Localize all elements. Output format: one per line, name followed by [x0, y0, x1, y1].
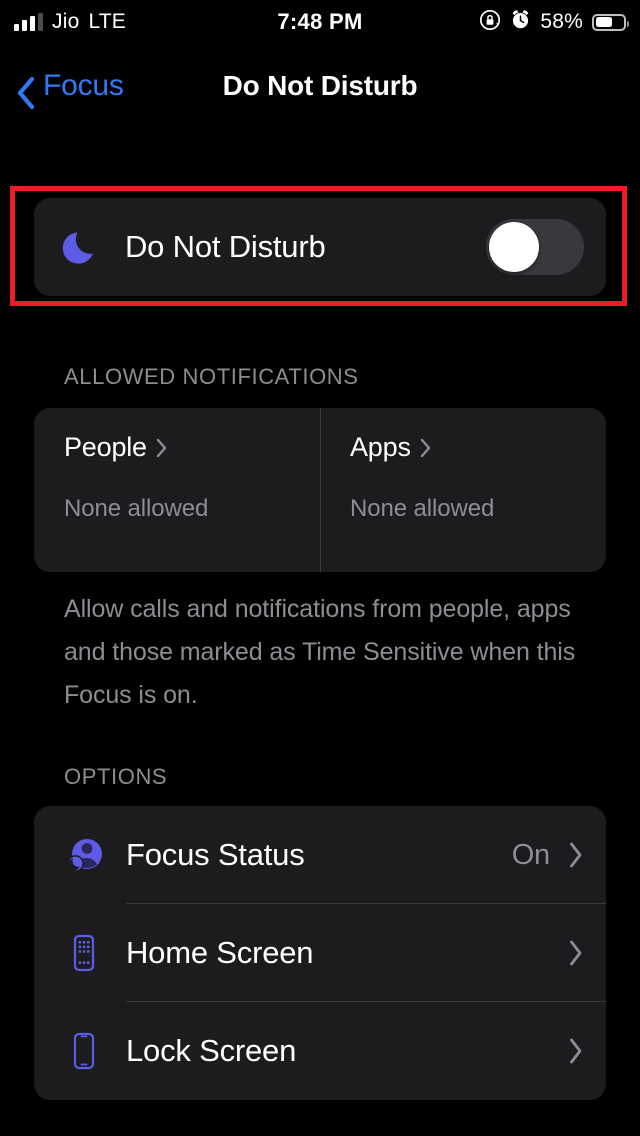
allowed-apps-title: Apps [350, 432, 411, 462]
chevron-right-icon [568, 1037, 584, 1065]
alarm-clock-icon [510, 9, 531, 35]
option-row-home-screen[interactable]: Home Screen [34, 904, 606, 1002]
chevron-right-icon [155, 438, 168, 458]
do-not-disturb-label: Do Not Disturb [125, 229, 326, 264]
options-card: Focus Status On Home Screen Lock Screen [34, 806, 606, 1100]
chevron-right-icon [568, 939, 584, 967]
status-bar: Jio LTE 7:48 PM 58% [0, 0, 640, 44]
moon-icon [62, 227, 102, 267]
home-screen-icon [62, 931, 106, 975]
option-label-lock-screen: Lock Screen [126, 1033, 297, 1068]
option-label-home-screen: Home Screen [126, 935, 314, 970]
allowed-apps-title-row: Apps [350, 432, 606, 463]
allowed-apps-cell[interactable]: Apps None allowed [320, 408, 606, 572]
page-title: Do Not Disturb [222, 70, 418, 101]
option-value-focus-status: On [511, 838, 550, 871]
battery-percentage: 58% [540, 10, 583, 33]
option-row-focus-status[interactable]: Focus Status On [34, 806, 606, 904]
do-not-disturb-card: Do Not Disturb [34, 198, 606, 296]
option-row-lock-screen[interactable]: Lock Screen [34, 1002, 606, 1100]
status-bar-right: 58% [479, 9, 629, 36]
chevron-right-icon [419, 438, 432, 458]
allowed-people-cell[interactable]: People None allowed [34, 408, 320, 572]
lock-screen-icon [62, 1029, 106, 1073]
battery-icon [592, 13, 629, 31]
options-header: OPTIONS [64, 764, 168, 789]
allowed-notifications-header: ALLOWED NOTIFICATIONS [64, 364, 359, 389]
allowed-notifications-card: People None allowed Apps None allowed [34, 408, 606, 572]
allowed-people-value: None allowed [64, 495, 209, 522]
option-label-focus-status: Focus Status [126, 837, 305, 872]
do-not-disturb-toggle[interactable] [486, 219, 584, 275]
allowed-people-title: People [64, 432, 147, 462]
allowed-notifications-footer: Allow calls and notifications from peopl… [64, 595, 576, 709]
chevron-right-icon [568, 841, 584, 869]
allowed-people-title-row: People [64, 432, 320, 463]
focus-status-person-moon-icon [62, 833, 106, 877]
navigation-bar: Focus Do Not Disturb [0, 56, 640, 116]
rotation-lock-icon [479, 9, 501, 36]
toggle-knob [489, 222, 539, 272]
allowed-apps-value: None allowed [350, 495, 495, 522]
iphone-screen: Jio LTE 7:48 PM 58% Focus Do Not Disturb… [0, 0, 640, 1136]
do-not-disturb-row[interactable]: Do Not Disturb [34, 198, 606, 296]
